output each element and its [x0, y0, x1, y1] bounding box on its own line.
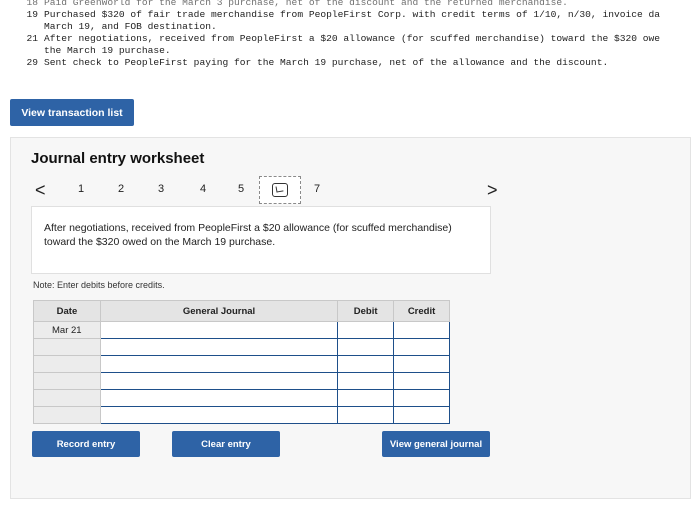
view-transaction-list-button[interactable]: View transaction list: [10, 99, 134, 126]
account-input[interactable]: [99, 338, 339, 356]
worksheet-pager: < 1 2 3 4 5 7 >: [11, 176, 690, 204]
date-header: Date: [33, 300, 101, 322]
credit-input[interactable]: [393, 406, 450, 424]
credit-input[interactable]: [393, 372, 450, 390]
debit-input[interactable]: [337, 389, 395, 407]
table-row: Mar 21: [33, 321, 450, 339]
debit-input[interactable]: [337, 321, 395, 339]
problem-line: the March 19 purchase.: [44, 45, 171, 56]
transaction-description: After negotiations, received from People…: [31, 206, 491, 274]
page-tab-2[interactable]: 2: [114, 183, 128, 195]
credit-input[interactable]: [393, 389, 450, 407]
problem-line: 29 Sent check to PeopleFirst paying for t…: [26, 57, 609, 68]
date-cell: [33, 406, 101, 424]
debit-input[interactable]: [337, 355, 395, 373]
view-general-journal-button[interactable]: View general journal: [382, 431, 490, 457]
page-tab-3[interactable]: 3: [154, 183, 168, 195]
date-cell: Mar 21: [33, 321, 101, 339]
edit-icon: [272, 183, 288, 197]
next-page-arrow[interactable]: >: [487, 180, 498, 200]
credit-input[interactable]: [393, 338, 450, 356]
page-tab-1[interactable]: 1: [74, 183, 88, 195]
problem-line: March 19, and FOB destination.: [44, 21, 217, 32]
prev-page-arrow[interactable]: <: [35, 180, 46, 200]
table-row: [33, 355, 450, 373]
credit-input[interactable]: [393, 355, 450, 373]
account-input[interactable]: [99, 321, 339, 339]
debit-input[interactable]: [337, 372, 395, 390]
problem-line: 21 After negotiations, received from Peop…: [26, 33, 661, 44]
table-row: [33, 406, 450, 424]
date-cell: [33, 389, 101, 407]
page-tab-5[interactable]: 5: [234, 183, 248, 195]
page-tab-7[interactable]: 7: [310, 183, 324, 195]
credit-header: Credit: [393, 300, 450, 322]
clear-entry-button[interactable]: Clear entry: [172, 431, 280, 457]
account-input[interactable]: [99, 355, 339, 373]
table-row: [33, 338, 450, 356]
date-cell: [33, 338, 101, 356]
journal-entry-worksheet: Journal entry worksheet < 1 2 3 4 5 7 > …: [10, 137, 691, 499]
debit-input[interactable]: [337, 338, 395, 356]
debit-header: Debit: [337, 300, 395, 322]
page-tab-6-current[interactable]: [259, 176, 301, 204]
credit-input[interactable]: [393, 321, 450, 339]
worksheet-title: Journal entry worksheet: [31, 150, 205, 167]
date-cell: [33, 355, 101, 373]
journal-table: Date General Journal Debit Credit Mar 21: [33, 300, 450, 424]
account-input[interactable]: [99, 389, 339, 407]
table-row: [33, 372, 450, 390]
general-journal-header: General Journal: [99, 300, 339, 322]
problem-line: 18 Paid GreenWorld for the March 3 purcha…: [26, 0, 568, 8]
entry-note: Note: Enter debits before credits.: [33, 280, 165, 290]
problem-line: 19 Purchased $320 of fair trade merchandi…: [26, 9, 661, 20]
problem-text: 18 Paid GreenWorld for the March 3 purcha…: [0, 0, 700, 88]
account-input[interactable]: [99, 372, 339, 390]
table-row: [33, 389, 450, 407]
date-cell: [33, 372, 101, 390]
account-input[interactable]: [99, 406, 339, 424]
page-tab-4[interactable]: 4: [196, 183, 210, 195]
record-entry-button[interactable]: Record entry: [32, 431, 140, 457]
debit-input[interactable]: [337, 406, 395, 424]
